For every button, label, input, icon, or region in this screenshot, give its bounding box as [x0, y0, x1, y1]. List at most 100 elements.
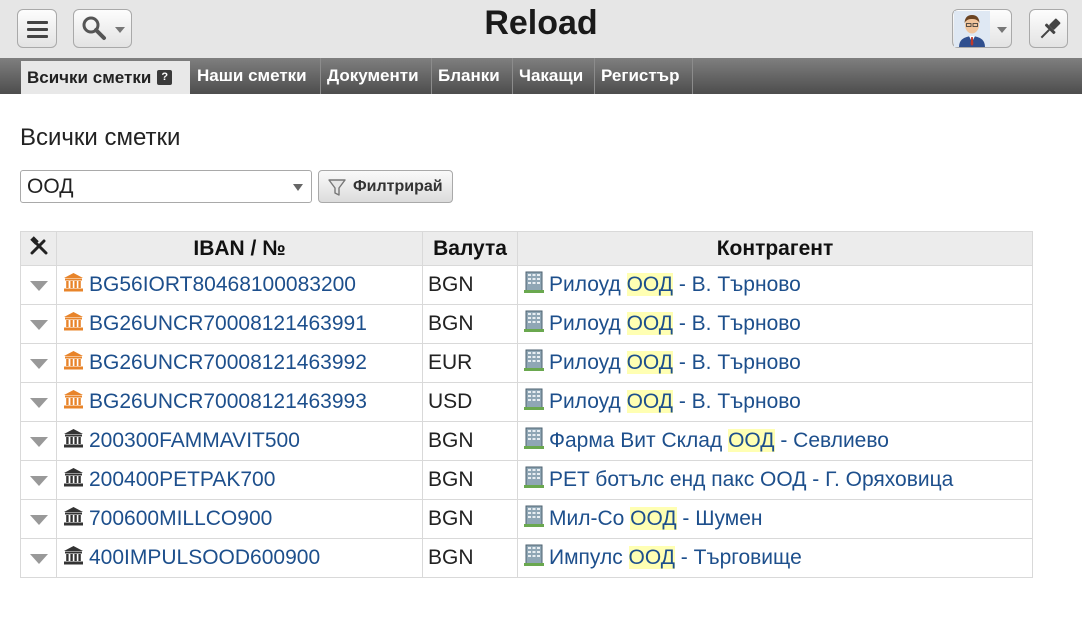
tab-label: Наши сметки [197, 66, 307, 85]
counterparty-name-end: - В. Търново [673, 351, 801, 374]
table-row[interactable]: 200300FAMMAVIT500 BGN Фарма Вит Склад ООД … [20, 421, 1033, 461]
tab-all-accounts[interactable]: Всички сметки? [21, 61, 190, 94]
tab-label: Чакащи [519, 66, 584, 85]
iban-header[interactable]: IBAN / № [56, 231, 423, 266]
counterparty-cell: Импулс ООД - Търговище [517, 538, 1033, 578]
help-icon[interactable]: ? [157, 70, 173, 86]
counterparty-name-start: PET ботълс енд пакс ООД - Г. Оряховица [549, 468, 954, 491]
company-building-icon [524, 544, 544, 572]
row-menu-caret-icon[interactable] [29, 515, 48, 525]
currency-cell: BGN [422, 265, 518, 305]
counterparty-name-start: Рилоуд [549, 351, 627, 374]
pin-button[interactable] [1029, 9, 1068, 48]
avatar [954, 11, 1007, 47]
iban-link[interactable]: BG26UNCR70008121463993 [89, 390, 367, 414]
counterparty-name-end: - Шумен [676, 507, 763, 530]
counterparty-link[interactable]: Рилоуд ООД - В. Търново [549, 351, 801, 375]
table-row[interactable]: 200400PETPAK700 BGN PET ботълс енд пакс ОО… [20, 460, 1033, 500]
company-building-icon [524, 349, 544, 377]
table-row[interactable]: 700600MILLCO900 BGN Мил-Со ООД - Шумен [20, 499, 1033, 539]
row-menu-caret-icon[interactable] [29, 359, 48, 369]
tools-header[interactable] [20, 231, 57, 266]
counterparty-name-end: - В. Търново [673, 390, 801, 413]
counterparty-name-start: Фарма Вит Склад [549, 429, 729, 452]
iban-link[interactable]: 200400PETPAK700 [89, 468, 275, 492]
table-row[interactable]: BG26UNCR70008121463992 EUR Рилоуд ООД - В.… [20, 343, 1033, 383]
counterparty-link[interactable]: Рилоуд ООД - В. Търново [549, 312, 801, 336]
counterparty-link[interactable]: PET ботълс енд пакс ООД - Г. Оряховица [549, 468, 953, 492]
iban-link[interactable]: BG56IORT80468100083200 [89, 273, 356, 297]
currency-value: BGN [428, 312, 474, 335]
counterparty-cell: Рилоуд ООД - В. Търново [517, 304, 1033, 344]
search-match-highlight: ООД [630, 507, 677, 530]
tools-icon [29, 235, 47, 254]
counterparty-cell: PET ботълс енд пакс ООД - Г. Оряховица [517, 460, 1033, 500]
counterparty-name-start: Импулс [549, 546, 629, 569]
search-match-highlight: ООД [626, 273, 673, 296]
user-menu-button[interactable] [952, 9, 1012, 48]
bank-icon [63, 545, 84, 572]
counterparty-name-end: - В. Търново [673, 312, 801, 335]
counterparty-name-start: Мил-Со [549, 507, 631, 530]
tab-register[interactable]: Регистър [595, 58, 693, 94]
iban-link[interactable]: 400IMPULSOOD600900 [89, 546, 320, 570]
bank-icon [63, 272, 84, 299]
currency-value: BGN [428, 546, 474, 569]
currency-cell: BGN [422, 460, 518, 500]
tab-bar: Всички сметки? Наши сметки Документи Бла… [0, 58, 1082, 94]
iban-cell: BG56IORT80468100083200 [56, 265, 423, 305]
bank-icon [63, 467, 84, 494]
bank-icon [63, 350, 84, 377]
table-header-row: IBAN / № Валута Контрагент [20, 231, 1033, 266]
row-menu-caret-icon[interactable] [29, 476, 48, 486]
table-row[interactable]: BG26UNCR70008121463991 BGN Рилоуд ООД - В.… [20, 304, 1033, 344]
currency-cell: USD [422, 382, 518, 422]
tab-forms[interactable]: Бланки [432, 58, 513, 94]
table-row[interactable]: BG26UNCR70008121463993 USD Рилоуд ООД - В.… [20, 382, 1033, 422]
table-row[interactable]: 400IMPULSOOD600900 BGN Импулс ООД - Търгов… [20, 538, 1033, 578]
currency-cell: BGN [422, 421, 518, 461]
search-match-highlight: ООД [626, 312, 673, 335]
currency-value: BGN [428, 468, 474, 491]
row-menu-caret-icon[interactable] [29, 398, 48, 408]
page-title: Всички сметки [20, 124, 181, 151]
tab-our-accounts[interactable]: Наши сметки [191, 58, 321, 94]
counterparty-header[interactable]: Контрагент [517, 231, 1033, 266]
counterparty-name-start: Рилоуд [549, 390, 627, 413]
currency-value: BGN [428, 507, 474, 530]
row-menu-caret-icon[interactable] [29, 281, 48, 291]
counterparty-link[interactable]: Импулс ООД - Търговище [549, 546, 802, 570]
counterparty-link[interactable]: Мил-Со ООД - Шумен [549, 507, 762, 531]
counterparty-name-end: - Севлиево [774, 429, 889, 452]
table-row[interactable]: BG56IORT80468100083200 BGN Рилоуд ООД - В.… [20, 265, 1033, 305]
company-building-icon [524, 310, 544, 338]
iban-link[interactable]: 200300FAMMAVIT500 [89, 429, 300, 453]
counterparty-link[interactable]: Рилоуд ООД - В. Търново [549, 273, 801, 297]
row-menu-cell [20, 343, 57, 383]
counterparty-link[interactable]: Рилоуд ООД - В. Търново [549, 390, 801, 414]
filter-select[interactable]: ООД [20, 170, 312, 203]
row-menu-cell [20, 421, 57, 461]
filter-button[interactable]: Филтрирай [318, 170, 453, 203]
currency-cell: BGN [422, 304, 518, 344]
iban-link[interactable]: BG26UNCR70008121463991 [89, 312, 367, 336]
row-menu-caret-icon[interactable] [29, 554, 48, 564]
currency-cell: BGN [422, 499, 518, 539]
row-menu-caret-icon[interactable] [29, 437, 48, 447]
app-title: Reload [484, 4, 598, 42]
tab-documents[interactable]: Документи [321, 58, 432, 94]
counterparty-link[interactable]: Фарма Вит Склад ООД - Севлиево [549, 429, 889, 453]
row-menu-cell [20, 265, 57, 305]
top-bar: Reload [0, 0, 1082, 58]
currency-header[interactable]: Валута [422, 231, 518, 266]
bank-icon [63, 506, 84, 533]
iban-link[interactable]: BG26UNCR70008121463992 [89, 351, 367, 375]
iban-link[interactable]: 700600MILLCO900 [89, 507, 272, 531]
accounts-table: IBAN / № Валута Контрагент BG56IORT80468… [20, 231, 1033, 578]
tab-pending[interactable]: Чакащи [513, 58, 595, 94]
counterparty-name-end: - В. Търново [673, 273, 801, 296]
currency-value: BGN [428, 429, 474, 452]
row-menu-caret-icon[interactable] [29, 320, 48, 330]
currency-cell: BGN [422, 538, 518, 578]
tab-label: Документи [327, 66, 419, 85]
